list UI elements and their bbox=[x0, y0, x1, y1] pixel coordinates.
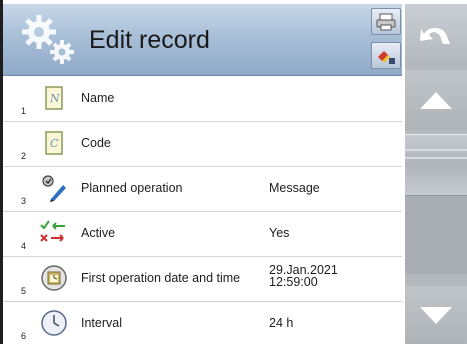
field-label: Name bbox=[81, 91, 115, 105]
svg-text:N: N bbox=[49, 92, 60, 105]
scroll-thumb[interactable] bbox=[405, 134, 467, 196]
time-value: 12:59:00 bbox=[269, 275, 318, 289]
name-document-icon: N bbox=[45, 86, 63, 110]
row-index: 3 bbox=[21, 196, 27, 206]
field-value: Message bbox=[269, 181, 320, 195]
field-row-first-operation-date[interactable]: 5 First operation date and time 29.Jan.2… bbox=[3, 257, 402, 302]
header-bar: Edit record bbox=[3, 4, 402, 76]
edit-record-screen: Edit record 1 N Name 2 C Code 3 Planned … bbox=[0, 0, 467, 344]
field-row-code[interactable]: 2 C Code bbox=[3, 122, 402, 167]
navigation-sidebar bbox=[405, 4, 467, 344]
row-index: 4 bbox=[21, 241, 27, 251]
print-button[interactable] bbox=[371, 8, 401, 35]
field-row-active[interactable]: 4 Active Yes bbox=[3, 212, 402, 257]
row-index: 2 bbox=[21, 151, 27, 161]
page-title: Edit record bbox=[89, 26, 210, 54]
undo-button[interactable] bbox=[405, 4, 467, 66]
thumb-grip-line bbox=[405, 149, 467, 151]
field-value: 29.Jan.2021 12:59:00 bbox=[269, 264, 338, 289]
thumb-grip-line bbox=[405, 157, 467, 159]
export-icon bbox=[378, 50, 395, 64]
row-index: 1 bbox=[21, 106, 27, 116]
scroll-down-icon bbox=[420, 307, 452, 324]
field-row-planned-operation[interactable]: 3 Planned operation Message bbox=[3, 167, 402, 212]
calendar-clock-icon bbox=[41, 265, 67, 291]
clock-icon bbox=[41, 310, 67, 336]
scroll-up-icon bbox=[420, 92, 452, 109]
settings-gears-icon bbox=[22, 15, 74, 64]
code-document-icon: C bbox=[45, 131, 63, 155]
field-label: Active bbox=[81, 226, 116, 240]
planned-operation-icon bbox=[42, 175, 66, 202]
field-label: Planned operation bbox=[81, 181, 183, 195]
active-toggle-icon bbox=[40, 220, 65, 242]
field-value: Yes bbox=[269, 226, 290, 240]
scroll-up-button[interactable] bbox=[405, 70, 467, 130]
record-field-list: 1 N Name 2 C Code 3 Planned operation Me… bbox=[3, 77, 402, 344]
field-row-name[interactable]: 1 N Name bbox=[3, 77, 402, 122]
svg-text:C: C bbox=[50, 137, 59, 150]
field-label: Interval bbox=[81, 316, 122, 330]
field-value: 24 h bbox=[269, 316, 294, 330]
undo-arrow-icon bbox=[420, 28, 450, 44]
row-index: 5 bbox=[21, 286, 27, 296]
field-label: First operation date and time bbox=[81, 271, 241, 285]
field-label: Code bbox=[81, 136, 111, 150]
export-button[interactable] bbox=[371, 42, 401, 69]
scroll-down-button[interactable] bbox=[405, 286, 467, 344]
print-icon bbox=[376, 13, 396, 30]
row-index: 6 bbox=[21, 331, 27, 341]
field-row-interval[interactable]: 6 Interval 24 h bbox=[3, 302, 402, 344]
